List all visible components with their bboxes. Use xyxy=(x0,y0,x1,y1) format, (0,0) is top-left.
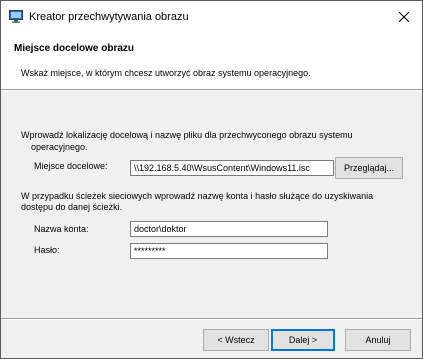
destination-path-input[interactable]: \\192.168.5.40\WsusContent\Windows11.isc xyxy=(130,160,334,176)
title-bar: Kreator przechwytywania obrazu xyxy=(1,1,422,31)
destination-label: Miejsce docelowe: xyxy=(34,161,108,171)
password-input[interactable]: ********* xyxy=(130,243,328,259)
next-button[interactable]: Dalej > xyxy=(271,329,335,351)
header-divider xyxy=(1,89,422,91)
password-label: Hasło: xyxy=(34,245,60,255)
destination-instructions-line1: Wprowadź lokalizację docelową i nazwę pl… xyxy=(21,130,353,140)
footer-divider xyxy=(1,318,422,320)
capture-wizard-icon xyxy=(9,10,23,23)
page-description: Wskaż miejsce, w którym chcesz utworzyć … xyxy=(21,68,311,78)
window-title: Kreator przechwytywania obrazu xyxy=(29,11,189,23)
browse-button[interactable]: Przeglądaj... xyxy=(335,157,403,179)
wizard-header: Miejsce docelowe obrazu Wskaż miejsce, w… xyxy=(1,31,422,90)
page-title: Miejsce docelowe obrazu xyxy=(14,43,135,54)
credentials-instructions-line2: dostępu do danej ścieżki. xyxy=(21,202,123,212)
account-label: Nazwa konta: xyxy=(34,224,89,234)
cancel-button[interactable]: Anuluj xyxy=(345,329,411,351)
account-input[interactable]: doctor\doktor xyxy=(130,221,328,237)
close-icon xyxy=(399,12,409,22)
capture-wizard-window: Kreator przechwytywania obrazu Miejsce d… xyxy=(0,0,423,359)
close-button[interactable] xyxy=(387,4,421,30)
destination-instructions-line2: operacyjnego. xyxy=(31,142,88,152)
back-button[interactable]: < Wstecz xyxy=(203,329,269,351)
